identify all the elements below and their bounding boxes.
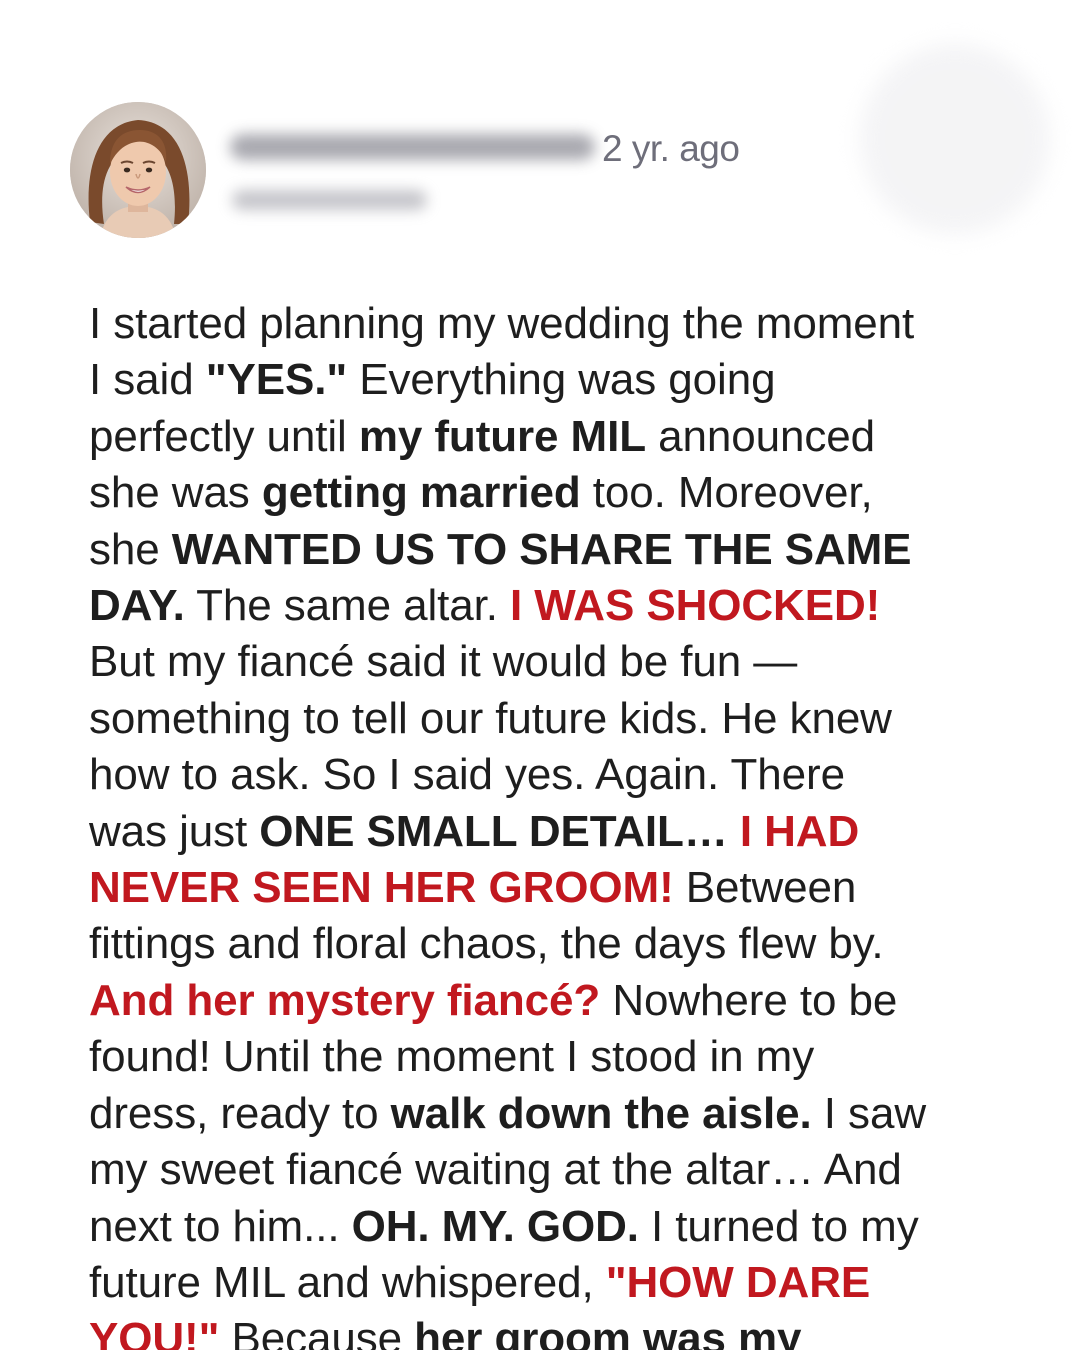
emphasis-red-text: I WAS SHOCKED! <box>510 581 881 631</box>
post-body-line: I started planning my wedding the moment <box>89 296 1019 352</box>
body-text: she <box>89 524 172 574</box>
post-body-line: next to him... OH. MY. GOD. I turned to … <box>89 1199 1019 1255</box>
emphasis-bold-text: DAY. <box>89 581 185 631</box>
post-body-line: DAY. The same altar. I WAS SHOCKED! <box>89 578 1019 634</box>
body-text: dress, ready to <box>89 1088 391 1138</box>
body-text: was just <box>89 806 260 856</box>
body-text: I saw <box>811 1088 926 1138</box>
emphasis-bold-text: her groom was my <box>414 1314 802 1350</box>
body-text: Nowhere to be <box>600 975 898 1025</box>
emphasis-bold-text: walk down the aisle. <box>390 1088 812 1138</box>
post-body-line: And her mystery fiancé? Nowhere to be <box>89 973 1019 1029</box>
author-username-redacted[interactable] <box>230 134 595 160</box>
post-body-line: I said "YES." Everything was going <box>89 352 1019 408</box>
post-body-line: perfectly until my future MIL announced <box>89 409 1019 465</box>
avatar-image <box>70 102 206 238</box>
post-timestamp: 2 yr. ago <box>602 128 740 169</box>
body-text: too. Moreover, <box>580 468 873 518</box>
author-byline-redacted <box>232 190 427 210</box>
body-text: found! Until the moment I stood in my <box>89 1032 815 1082</box>
body-text: The same altar. <box>184 581 511 631</box>
body-text: next to him... <box>89 1201 352 1251</box>
emphasis-red-text: And her mystery fiancé? <box>89 975 601 1025</box>
emphasis-bold-text: "YES." <box>205 355 348 405</box>
post-body: I started planning my wedding the moment… <box>89 296 1019 1350</box>
post-body-line: she was getting married too. Moreover, <box>89 465 1019 521</box>
body-text: Between <box>673 863 857 913</box>
body-text: something to tell our future kids. He kn… <box>89 693 892 743</box>
avatar[interactable] <box>70 102 206 238</box>
post-body-line: dress, ready to walk down the aisle. I s… <box>89 1086 1019 1142</box>
post-body-line: future MIL and whispered, "HOW DARE <box>89 1255 1019 1311</box>
emphasis-red-text: "HOW DARE <box>605 1257 871 1307</box>
body-text: she was <box>89 468 262 518</box>
emphasis-red-text: I HAD <box>727 806 860 856</box>
post-body-line: was just ONE SMALL DETAIL… I HAD <box>89 804 1019 860</box>
post-body-line: fittings and floral chaos, the days flew… <box>89 916 1019 972</box>
post-body-line: something to tell our future kids. He kn… <box>89 691 1019 747</box>
emphasis-bold-text: OH. MY. GOD. <box>351 1201 639 1251</box>
emphasis-bold-text: my future MIL <box>358 411 647 461</box>
body-text: how to ask. So I said yes. Again. There <box>89 750 845 800</box>
post-body-line: how to ask. So I said yes. Again. There <box>89 747 1019 803</box>
emphasis-bold-text: getting married <box>261 468 581 518</box>
post-body-line: NEVER SEEN HER GROOM! Between <box>89 860 1019 916</box>
post-body-line: she WANTED US TO SHARE THE SAME <box>89 522 1019 578</box>
emphasis-bold-text: ONE SMALL DETAIL… <box>259 806 728 856</box>
body-text: announced <box>646 411 876 461</box>
post-body-line: found! Until the moment I stood in my <box>89 1029 1019 1085</box>
emphasis-red-text: NEVER SEEN HER GROOM! <box>89 863 674 913</box>
body-text: But my fiancé said it would be fun — <box>89 637 798 687</box>
body-text: I said <box>89 355 206 405</box>
body-text: perfectly until <box>89 411 359 461</box>
body-text: I turned to my <box>638 1201 919 1251</box>
post-header: 2 yr. ago <box>70 44 1050 242</box>
body-text: my sweet fiancé waiting at the altar… An… <box>89 1145 902 1195</box>
emphasis-bold-text: WANTED US TO SHARE THE SAME <box>171 524 912 574</box>
body-text: future MIL and whispered, <box>89 1257 606 1307</box>
body-text: fittings and floral chaos, the days flew… <box>89 919 884 969</box>
emphasis-red-text: YOU!" <box>89 1314 220 1350</box>
post-body-line: But my fiancé said it would be fun — <box>89 634 1019 690</box>
post-body-line: YOU!" Because her groom was my <box>89 1311 1019 1350</box>
body-text: Because <box>219 1314 415 1350</box>
blurred-badge <box>860 44 1050 234</box>
post-body-line: my sweet fiancé waiting at the altar… An… <box>89 1142 1019 1198</box>
body-text: Everything was going <box>347 355 776 405</box>
body-text: I started planning my wedding the moment <box>89 299 915 348</box>
